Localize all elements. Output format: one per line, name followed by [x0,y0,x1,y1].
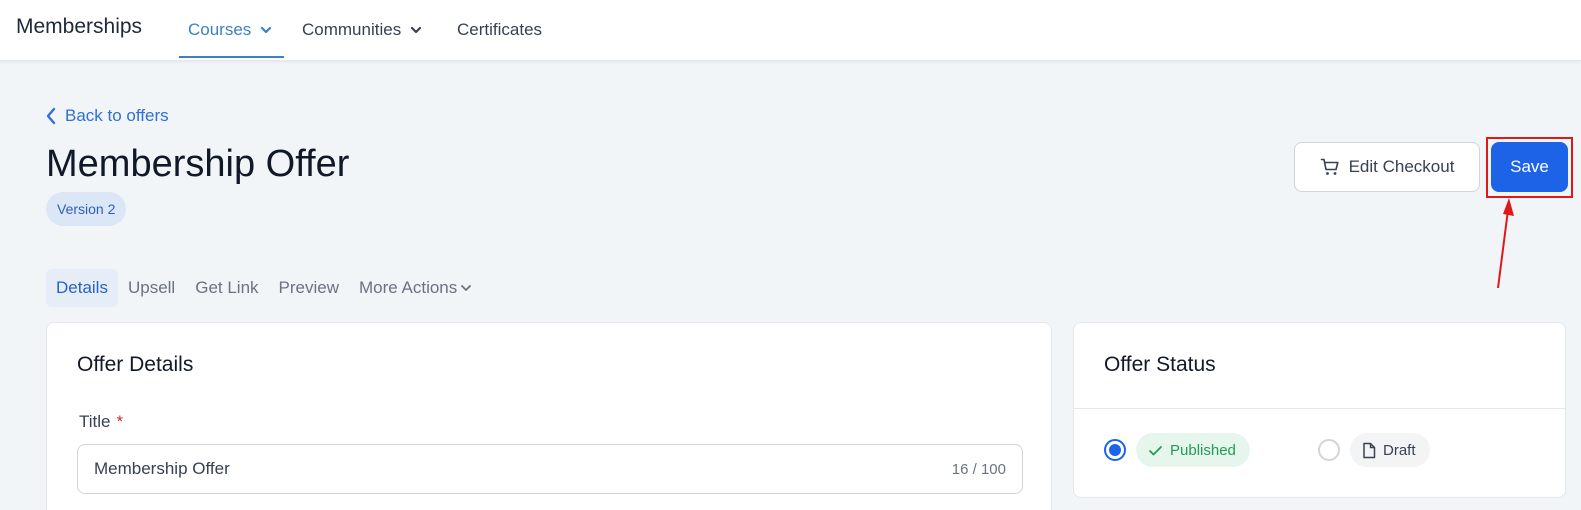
tab-get-link[interactable]: Get Link [185,269,268,307]
tab-label: Details [56,278,108,297]
save-button[interactable]: Save [1491,142,1568,192]
tab-details[interactable]: Details [46,269,118,307]
published-status-pill[interactable]: Published [1136,433,1250,467]
version-badge: Version 2 [46,192,127,226]
chevron-down-icon [261,26,272,34]
edit-checkout-button[interactable]: Edit Checkout [1294,142,1480,192]
brand-title: Memberships [16,15,143,38]
nav-item-label: Certificates [457,20,543,39]
back-link-label: Back to offers [65,106,169,125]
document-icon [1363,442,1376,458]
title-label-text: Title [79,412,111,431]
active-nav-underline [179,56,284,58]
chevron-left-icon [46,107,56,125]
divider [1074,408,1565,409]
published-radio[interactable] [1104,439,1126,461]
tab-more-actions[interactable]: More Actions [349,269,483,307]
offer-details-card: Offer Details Title * Membership Offer 16… [46,322,1052,510]
offer-status-heading: Offer Status [1104,353,1216,376]
tab-label: Upsell [127,278,176,297]
tab-preview[interactable]: Preview [269,269,349,307]
tab-label: More Actions [359,278,458,297]
chevron-down-icon [411,26,422,34]
offer-tabs: Details Upsell Get Link Preview More Act… [46,269,483,307]
nav-item-label: Communities [302,20,402,39]
back-to-offers-link[interactable]: Back to offers [45,106,169,126]
title-field-label: Title * [79,412,123,432]
title-input[interactable]: Membership Offer 16 / 100 [77,444,1023,494]
check-icon [1149,445,1162,455]
draft-label: Draft [1383,441,1416,459]
tab-label: Get Link [195,278,259,297]
offer-status-card: Offer Status Published Draft [1073,322,1566,498]
title-input-value: Membership Offer [94,459,230,478]
page-title: Membership Offer [46,143,350,185]
nav-item-label: Courses [188,20,252,39]
chevron-down-icon [461,285,472,291]
tab-label: Preview [278,278,339,297]
title-char-count: 16 / 100 [951,460,1006,478]
save-button-label: Save [1510,157,1549,176]
nav-item-courses[interactable]: Courses [188,20,273,40]
top-navigation: Memberships Courses Communities Certific… [0,0,1581,61]
nav-item-communities[interactable]: Communities [302,20,423,40]
draft-radio[interactable] [1318,439,1340,461]
required-mark: * [116,412,124,431]
annotation-arrow-icon [1497,198,1514,289]
edit-checkout-label: Edit Checkout [1348,157,1455,176]
cart-icon [1320,158,1339,175]
published-label: Published [1170,441,1236,459]
nav-item-certificates[interactable]: Certificates [457,20,542,40]
tab-upsell[interactable]: Upsell [118,269,185,307]
draft-status-pill[interactable]: Draft [1350,433,1430,467]
offer-details-heading: Offer Details [77,353,194,376]
